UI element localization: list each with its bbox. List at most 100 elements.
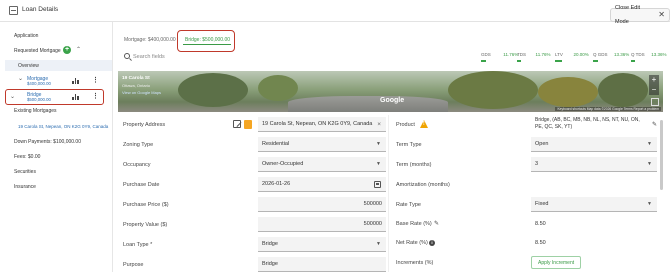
occupancy-select[interactable]: Owner-Occupied ▼ bbox=[258, 157, 386, 172]
selected-loan-highlight bbox=[5, 89, 104, 105]
ratio-label: TDS bbox=[517, 52, 526, 57]
map-attribution[interactable]: Keyboard shortcuts Map data ©2026 Google… bbox=[555, 107, 661, 111]
map-place-subtitle: Ottawa, Ontario bbox=[122, 83, 151, 88]
loan-type-value: Bridge bbox=[262, 241, 278, 247]
dropdown-arrow-icon: ▼ bbox=[647, 141, 652, 147]
chevron-down-icon[interactable]: ⌄ bbox=[10, 93, 15, 100]
loan-type-select[interactable]: Bridge ▼ bbox=[258, 237, 386, 252]
sidebar-item-application[interactable]: Application bbox=[14, 33, 38, 39]
window-icon bbox=[9, 6, 18, 15]
property-address-value: 19 Carola St, Nepean, ON K2G 0Y9, Canada bbox=[262, 121, 373, 127]
sidebar-item-existing-mortgages[interactable]: Existing Mortgages bbox=[14, 108, 57, 114]
dropdown-arrow-icon: ▼ bbox=[376, 241, 381, 247]
search-input[interactable] bbox=[133, 52, 313, 61]
purpose-value: Bridge bbox=[262, 261, 278, 267]
occupancy-label: Occupancy bbox=[123, 162, 151, 168]
ratio-tds: TDS 11.76% bbox=[517, 52, 550, 62]
more-options-icon[interactable]: ⋮ bbox=[92, 77, 99, 84]
sidebar-item-fees[interactable]: Fees: $0.00 bbox=[14, 154, 40, 160]
sidebar-item-requested-mortgage[interactable]: Requested Mortgage bbox=[14, 48, 61, 54]
property-value-label: Property Value ($) bbox=[123, 222, 168, 228]
clear-icon[interactable]: × bbox=[377, 117, 381, 132]
dropdown-arrow-icon: ▼ bbox=[647, 201, 652, 207]
edit-icon[interactable] bbox=[233, 120, 241, 128]
base-rate-label: Base Rate (%) bbox=[396, 221, 432, 227]
purchase-price-value: 500000 bbox=[363, 201, 382, 207]
ratio-bar bbox=[517, 60, 522, 62]
purchase-date-value: 2026-01-26 bbox=[262, 181, 291, 187]
term-type-value: Open bbox=[535, 141, 549, 147]
loan-type-label: Loan Type * bbox=[123, 242, 153, 248]
chevron-up-icon[interactable]: ⌃ bbox=[76, 46, 81, 53]
street-road bbox=[288, 96, 448, 112]
ratio-bar bbox=[631, 60, 636, 62]
ratio-label: LTV bbox=[555, 52, 563, 57]
ratio-value: 11.76% bbox=[503, 52, 519, 57]
bar-chart-icon[interactable] bbox=[72, 78, 79, 84]
property-value-value: 500000 bbox=[363, 221, 382, 227]
zoom-controls[interactable]: + − bbox=[649, 75, 659, 95]
property-address-label: Property Address bbox=[123, 122, 166, 128]
info-icon[interactable]: i bbox=[429, 240, 435, 246]
ratio-bar bbox=[555, 60, 563, 62]
sidebar-item-insurance[interactable]: Insurance bbox=[14, 184, 36, 190]
pencil-icon[interactable]: ✎ bbox=[652, 121, 657, 128]
add-mortgage-icon[interactable]: + bbox=[63, 46, 71, 54]
rate-type-label: Rate Type bbox=[396, 202, 421, 208]
net-rate-label: Net Rate (%) bbox=[396, 240, 428, 246]
ratio-q-gds: Q GDS 13.36% bbox=[593, 52, 630, 62]
ratio-value: 13.36% bbox=[651, 52, 667, 57]
occupancy-value: Owner-Occupied bbox=[262, 161, 304, 167]
ratio-ltv: LTV 20.00% bbox=[555, 52, 589, 62]
net-rate-value: 8.50 bbox=[535, 240, 546, 246]
sidebar-item-bridge-amount: $500,000.00 bbox=[27, 97, 51, 102]
sidebar-item-property[interactable]: 19 Carola St, Nepean, ON K2G 0Y9, Canada bbox=[18, 124, 108, 129]
street-view-map[interactable]: 19 Carola St Ottawa, Ontario View on Goo… bbox=[118, 71, 663, 112]
dropdown-arrow-icon: ▼ bbox=[376, 141, 381, 147]
active-tab-highlight bbox=[177, 30, 235, 52]
close-edit-mode-label: Close Edit Mode bbox=[615, 5, 641, 25]
sidebar-item-securities[interactable]: Securities bbox=[14, 169, 36, 175]
close-edit-mode-button[interactable]: Close Edit Mode ✕ bbox=[610, 5, 670, 25]
close-icon: ✕ bbox=[658, 10, 665, 19]
warning-icon bbox=[420, 120, 428, 128]
dropdown-arrow-icon: ▼ bbox=[376, 161, 381, 167]
ratio-gds: GDS 11.76% bbox=[481, 52, 519, 62]
ratio-label: Q GDS bbox=[593, 52, 608, 57]
more-options-icon[interactable]: ⋮ bbox=[92, 93, 99, 100]
term-months-label: Term (months) bbox=[396, 162, 432, 168]
zoning-type-select[interactable]: Residential ▼ bbox=[258, 137, 386, 152]
property-address-field[interactable]: 19 Carola St, Nepean, ON K2G 0Y9, Canada… bbox=[258, 117, 386, 132]
scrollbar[interactable] bbox=[660, 120, 663, 190]
term-type-select[interactable]: Open ▼ bbox=[531, 137, 657, 152]
tab-mortgage[interactable]: Mortgage: $400,000.00 bbox=[124, 37, 176, 43]
zoom-in-icon[interactable]: + bbox=[652, 75, 657, 84]
sidebar-item-down-payments[interactable]: Down Payments: $100,000.00 bbox=[14, 139, 81, 145]
view-on-google-maps-link[interactable]: View on Google Maps bbox=[122, 90, 161, 95]
term-type-label: Term Type bbox=[396, 142, 422, 148]
pencil-icon[interactable]: ✎ bbox=[434, 220, 439, 227]
fullscreen-icon[interactable] bbox=[651, 98, 659, 106]
term-months-select[interactable]: 3 ▼ bbox=[531, 157, 657, 172]
bar-chart-icon[interactable] bbox=[72, 94, 79, 100]
product-label: Product bbox=[396, 122, 415, 128]
apply-increment-button[interactable]: Apply Increment bbox=[531, 256, 582, 269]
ratio-value: 13.36% bbox=[614, 52, 630, 57]
ratio-label: GDS bbox=[481, 52, 491, 57]
purchase-price-field[interactable]: 500000 bbox=[258, 197, 386, 212]
sidebar-item-overview-label: Overview bbox=[18, 63, 39, 69]
ratio-value: 20.00% bbox=[573, 52, 589, 57]
zoom-out-icon[interactable]: − bbox=[652, 85, 657, 94]
sidebar-item-mortgage-amount: $400,000.00 bbox=[27, 81, 51, 86]
purchase-date-field[interactable]: 2026-01-26 bbox=[258, 177, 386, 192]
rate-type-value: Fixed bbox=[535, 201, 549, 207]
purpose-select[interactable]: Bridge bbox=[258, 257, 386, 272]
document-icon[interactable] bbox=[244, 120, 252, 129]
property-value-field[interactable]: 500000 bbox=[258, 217, 386, 232]
top-bar: Loan Details Close Edit Mode ✕ bbox=[0, 0, 670, 25]
map-place-title: 19 Carola St bbox=[122, 76, 150, 81]
search-icon bbox=[124, 53, 130, 59]
rate-type-select[interactable]: Fixed ▼ bbox=[531, 197, 657, 212]
chevron-down-icon[interactable]: ⌄ bbox=[18, 75, 23, 82]
calendar-icon[interactable] bbox=[374, 181, 381, 188]
